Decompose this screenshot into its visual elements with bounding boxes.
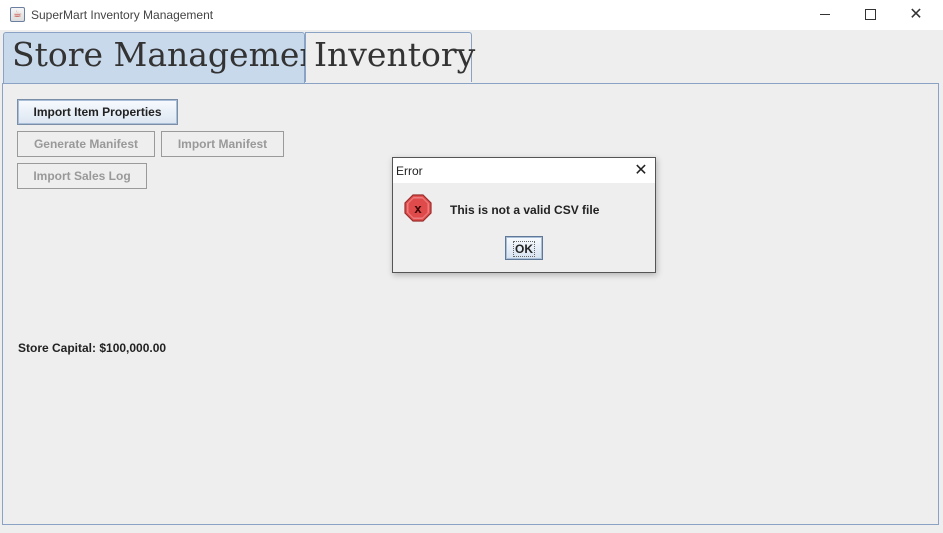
store-management-panel: Import Item Properties Generate Manifest…: [2, 83, 939, 525]
import-manifest-button[interactable]: Import Manifest: [161, 131, 284, 157]
import-item-properties-button[interactable]: Import Item Properties: [17, 99, 178, 125]
minimize-icon: [820, 14, 830, 15]
close-icon: ✕: [909, 4, 923, 23]
java-app-icon: ☕: [10, 7, 25, 22]
dialog-message: This is not a valid CSV file: [450, 203, 600, 217]
dialog-title: Error: [396, 164, 423, 178]
ok-button-label: OK: [513, 241, 535, 257]
import-sales-log-button[interactable]: Import Sales Log: [17, 163, 147, 189]
dialog-title-bar[interactable]: Error ✕: [393, 158, 655, 183]
close-icon: ✕: [634, 160, 648, 179]
generate-manifest-button[interactable]: Generate Manifest: [17, 131, 155, 157]
svg-text:x: x: [414, 201, 422, 216]
tab-store-management[interactable]: Store Management: [3, 32, 334, 84]
error-dialog: Error ✕ x This is not a valid CSV file O…: [392, 157, 656, 273]
maximize-button[interactable]: [847, 0, 893, 30]
window-title: SuperMart Inventory Management: [31, 8, 214, 22]
store-capital-label: Store Capital: $100,000.00: [18, 341, 167, 355]
ok-button[interactable]: OK: [505, 236, 543, 260]
dialog-close-button[interactable]: ✕: [631, 160, 651, 180]
error-icon: x: [404, 194, 432, 222]
maximize-icon: [864, 9, 876, 20]
minimize-button[interactable]: [802, 0, 848, 30]
title-bar[interactable]: ☕ SuperMart Inventory Management ✕: [0, 0, 943, 30]
tab-inventory[interactable]: Inventory: [305, 32, 475, 82]
main-window: ☕ SuperMart Inventory Management ✕ Store…: [0, 0, 943, 533]
close-button[interactable]: ✕: [893, 0, 939, 30]
